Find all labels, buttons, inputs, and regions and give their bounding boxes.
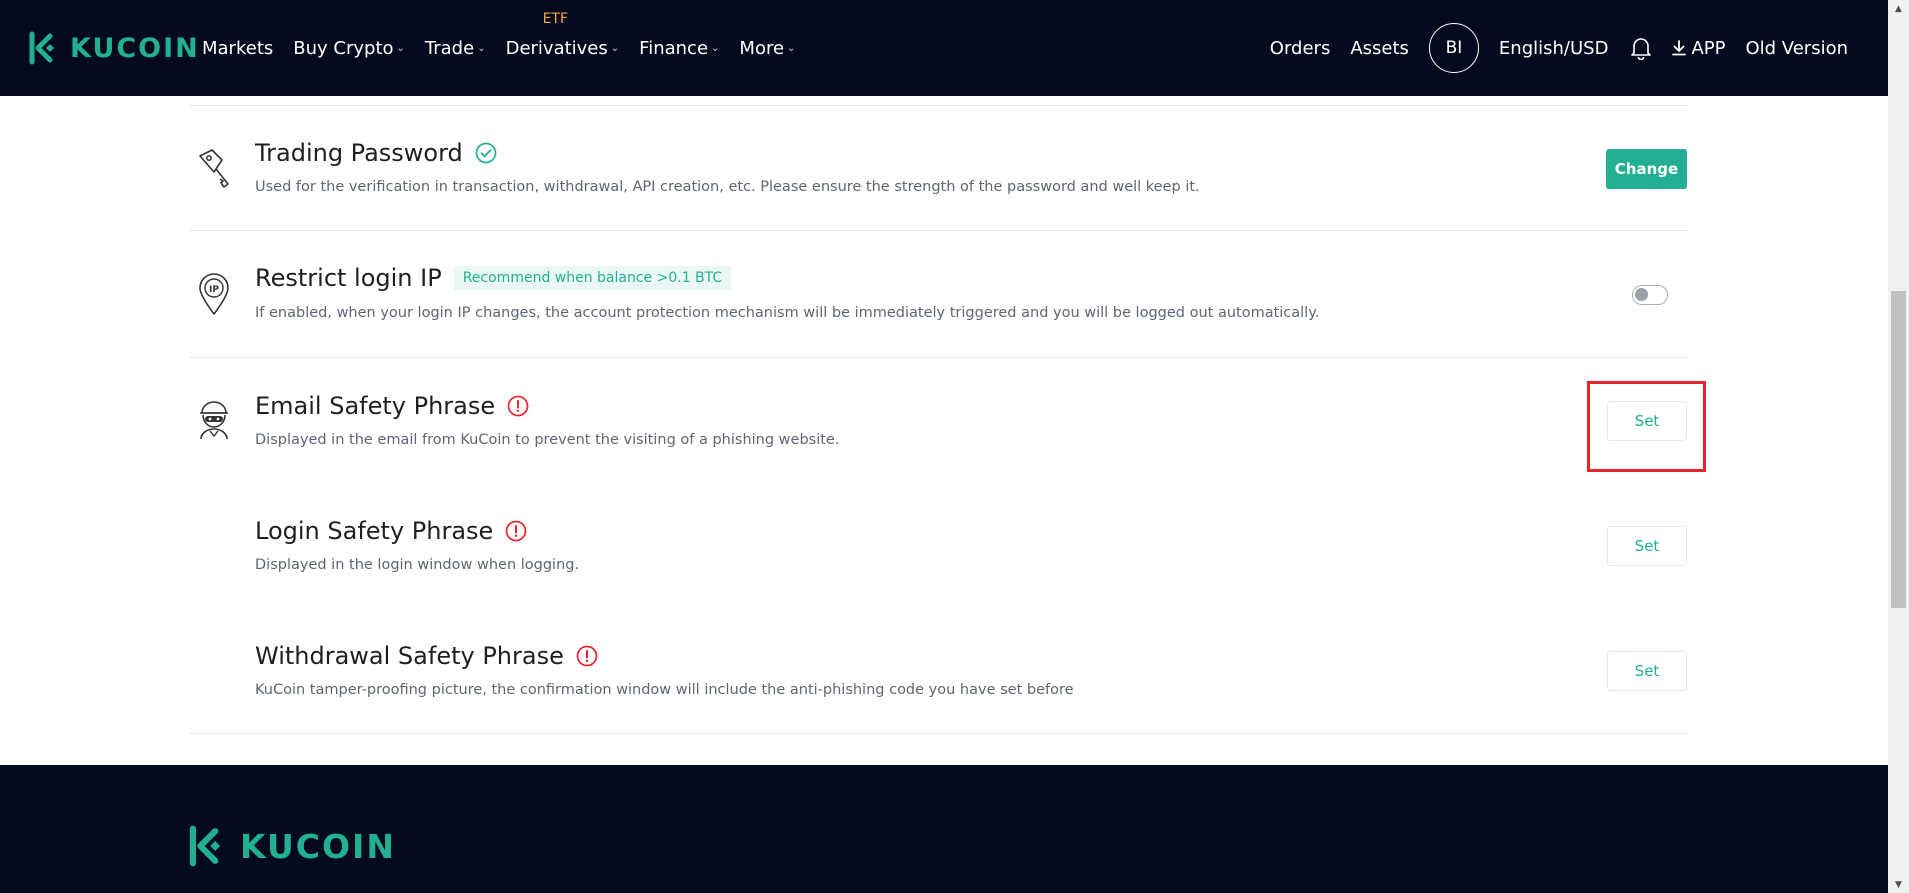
footer-kucoin-logo[interactable]: KUCOIN xyxy=(188,825,396,867)
email-phrase-title: Email Safety Phrase xyxy=(255,392,529,420)
top-navigation: KUCOIN Markets Buy Crypto ⌄ Trade ⌄ ETF … xyxy=(0,0,1888,96)
masked-person-icon xyxy=(194,398,234,442)
chevron-down-icon: ⌄ xyxy=(711,42,720,54)
email-phrase-title-text: Email Safety Phrase xyxy=(255,392,496,420)
nav-trade-label: Trade xyxy=(424,37,475,59)
restrict-ip-title: Restrict login IP Recommend when balance… xyxy=(255,264,732,292)
bell-icon[interactable] xyxy=(1630,36,1652,60)
user-menu: Orders Assets BI English/USD APP Old Ver… xyxy=(1250,0,1848,96)
check-circle-icon xyxy=(475,142,497,164)
language-currency-selector[interactable]: English/USD xyxy=(1499,38,1609,59)
nav-more[interactable]: More ⌄ xyxy=(739,38,795,59)
toggle-knob xyxy=(1635,288,1648,301)
divider xyxy=(190,105,1688,106)
page-scrollbar[interactable]: ▲ ▼ xyxy=(1888,0,1909,893)
login-phrase-title-text: Login Safety Phrase xyxy=(255,517,494,545)
restrict-ip-title-text: Restrict login IP xyxy=(255,264,442,292)
app-label: APP xyxy=(1691,37,1726,59)
key-icon xyxy=(194,146,234,190)
app-download[interactable]: APP xyxy=(1672,38,1725,59)
warning-circle-icon xyxy=(507,395,529,417)
withdrawal-phrase-title: Withdrawal Safety Phrase xyxy=(255,642,598,670)
ip-location-pin-icon: IP xyxy=(194,272,234,316)
withdrawal-phrase-title-text: Withdrawal Safety Phrase xyxy=(255,642,564,670)
trading-password-title: Trading Password xyxy=(255,139,497,167)
withdrawal-phrase-description: KuCoin tamper-proofing picture, the conf… xyxy=(255,682,1074,698)
footer-logo-text: KUCOIN xyxy=(240,826,396,866)
restrict-ip-toggle[interactable] xyxy=(1632,285,1668,305)
old-version-link[interactable]: Old Version xyxy=(1745,38,1848,59)
nav-finance[interactable]: Finance ⌄ xyxy=(639,38,719,59)
warning-circle-icon xyxy=(505,520,527,542)
warning-circle-icon xyxy=(576,645,598,667)
chevron-down-icon: ⌄ xyxy=(610,42,620,54)
email-phrase-description: Displayed in the email from KuCoin to pr… xyxy=(255,432,840,448)
kucoin-logo[interactable]: KUCOIN xyxy=(28,30,200,66)
avatar[interactable]: BI xyxy=(1428,23,1479,73)
nav-buy-crypto-label: Buy Crypto xyxy=(293,37,394,59)
trading-password-description: Used for the verification in transaction… xyxy=(255,179,1200,195)
nav-markets[interactable]: Markets xyxy=(202,38,273,59)
restrict-ip-description: If enabled, when your login IP changes, … xyxy=(255,305,1320,321)
download-icon xyxy=(1672,40,1687,56)
scroll-up-arrow-icon[interactable]: ▲ xyxy=(1888,0,1909,17)
set-withdrawal-phrase-button[interactable]: Set xyxy=(1607,651,1687,691)
nav-trade[interactable]: Trade ⌄ xyxy=(425,38,486,59)
nav-more-label: More xyxy=(739,37,785,59)
nav-buy-crypto[interactable]: Buy Crypto ⌄ xyxy=(293,38,405,59)
login-phrase-title: Login Safety Phrase xyxy=(255,517,527,545)
login-phrase-description: Displayed in the login window when loggi… xyxy=(255,557,580,573)
etf-tag: ETF xyxy=(542,10,569,27)
scroll-down-arrow-icon[interactable]: ▼ xyxy=(1888,876,1909,893)
divider xyxy=(190,357,1688,358)
divider xyxy=(190,733,1688,734)
scrollbar-thumb[interactable] xyxy=(1891,291,1906,608)
nav-assets[interactable]: Assets xyxy=(1350,38,1409,59)
footer: KUCOIN xyxy=(0,765,1888,893)
chevron-down-icon: ⌄ xyxy=(396,42,405,54)
trading-password-title-text: Trading Password xyxy=(255,139,463,167)
kucoin-logo-icon xyxy=(29,31,54,65)
nav-derivatives[interactable]: ETF Derivatives ⌄ xyxy=(505,11,620,59)
set-login-phrase-button[interactable]: Set xyxy=(1607,526,1687,566)
nav-finance-label: Finance xyxy=(639,37,709,59)
recommend-badge: Recommend when balance >0.1 BTC xyxy=(453,266,732,290)
nav-markets-label: Markets xyxy=(202,37,274,59)
chevron-down-icon: ⌄ xyxy=(787,42,796,54)
svg-text:IP: IP xyxy=(209,285,219,295)
chevron-down-icon: ⌄ xyxy=(477,42,486,54)
main-menu: Markets Buy Crypto ⌄ Trade ⌄ ETF Derivat… xyxy=(202,0,815,96)
kucoin-logo-icon xyxy=(189,825,221,867)
set-email-phrase-button[interactable]: Set xyxy=(1607,401,1687,441)
change-trading-password-button[interactable]: Change xyxy=(1606,149,1687,189)
divider xyxy=(190,230,1688,231)
logo-text: KUCOIN xyxy=(70,32,200,64)
nav-orders[interactable]: Orders xyxy=(1270,38,1331,59)
nav-derivatives-label: Derivatives xyxy=(505,37,608,59)
